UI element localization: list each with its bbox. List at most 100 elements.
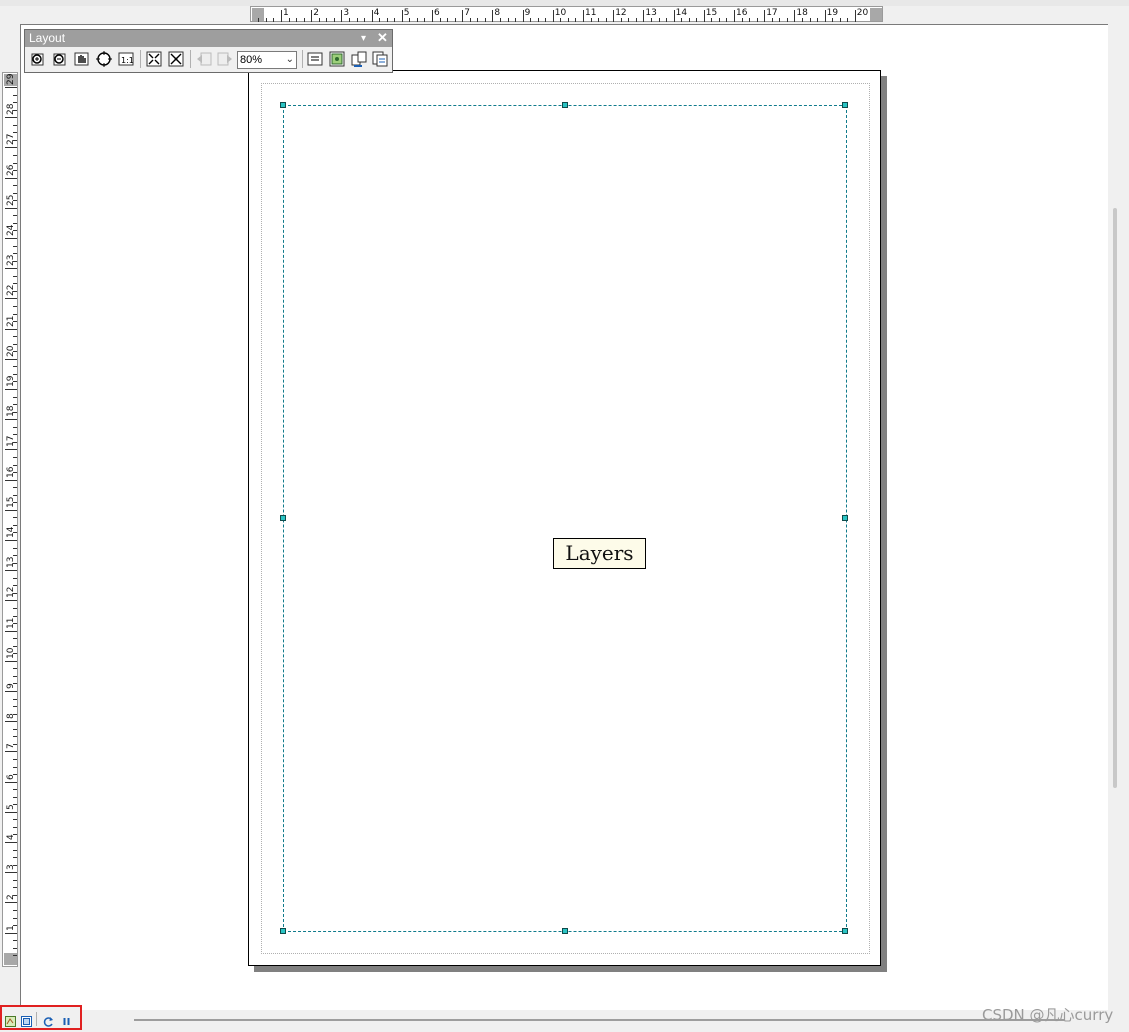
resize-handle[interactable]: [562, 928, 568, 934]
refresh-button[interactable]: [43, 1014, 54, 1027]
ruler-tick: [650, 18, 652, 22]
ruler-tick: [507, 18, 509, 22]
ruler-tick: [628, 18, 630, 22]
ruler-label: 8: [6, 713, 16, 720]
ruler-tick: [13, 305, 17, 307]
ruler-label: 6: [6, 773, 16, 780]
ruler-tick: [13, 313, 17, 315]
scrollbar-thumb[interactable]: [1113, 208, 1117, 788]
ruler-tick: [620, 18, 622, 22]
ruler-tick: [13, 343, 17, 345]
zoom-level-select[interactable]: 80% ⌄: [237, 51, 297, 69]
pan-button[interactable]: [73, 50, 91, 68]
ruler-label: 29: [6, 73, 16, 85]
ruler-tick: [5, 932, 17, 934]
ruler-label: 7: [6, 743, 16, 750]
ruler-tick: [613, 10, 615, 22]
layout-toolbar[interactable]: Layout ▾ ✕ 1:1 80% ⌄: [24, 29, 393, 73]
go-forward-extent-button[interactable]: [216, 50, 234, 68]
ruler-tick: [356, 18, 358, 22]
status-bar-view-buttons[interactable]: [0, 1005, 82, 1030]
ruler-tick: [13, 517, 17, 519]
ruler-tick: [13, 275, 17, 277]
layout-page[interactable]: Layers: [248, 70, 881, 966]
ruler-tick: [13, 728, 17, 730]
horizontal-scrollbar[interactable]: [0, 1010, 1129, 1032]
data-view-button[interactable]: [5, 1014, 16, 1027]
resize-handle[interactable]: [280, 928, 286, 934]
resize-handle[interactable]: [842, 928, 848, 934]
toggle-draft-mode-icon: [307, 52, 323, 66]
go-back-extent-button[interactable]: [195, 50, 213, 68]
ruler-tick: [13, 577, 17, 579]
zoom-out-button[interactable]: [51, 50, 69, 68]
change-layout-button[interactable]: [350, 50, 368, 68]
ruler-tick: [786, 18, 788, 22]
ruler-tick: [5, 540, 17, 541]
resize-handle[interactable]: [842, 515, 848, 521]
ruler-end-cap: [870, 8, 882, 21]
toolbar-title: Layout: [29, 31, 66, 45]
ruler-label: 23: [6, 254, 16, 267]
resize-handle[interactable]: [562, 102, 568, 108]
pause-drawing-button[interactable]: [61, 1014, 72, 1025]
layout-view-button[interactable]: [21, 1014, 32, 1027]
ruler-label: 22: [6, 284, 16, 297]
vertical-scrollbar[interactable]: [1109, 24, 1127, 1010]
ruler-tick: [5, 902, 17, 904]
ruler-label: 5: [403, 8, 410, 18]
ruler-tick: [5, 268, 17, 270]
ruler-tick: [13, 124, 17, 126]
ruler-tick: [560, 18, 562, 22]
ruler-label: 16: [736, 8, 748, 18]
toolbar-title-bar[interactable]: Layout ▾ ✕: [25, 30, 392, 47]
ruler-tick: [839, 18, 841, 22]
resize-handle[interactable]: [842, 102, 848, 108]
data-frame[interactable]: Layers: [280, 102, 848, 934]
ruler-tick: [5, 751, 17, 753]
resize-handle[interactable]: [280, 515, 286, 521]
ruler-label: 1: [283, 8, 289, 18]
ruler-label: 18: [6, 405, 16, 418]
ruler-tick: [756, 18, 758, 22]
ruler-tick: [734, 10, 735, 22]
ruler-tick: [447, 18, 449, 22]
ruler-tick: [643, 10, 645, 22]
ruler-label: 17: [6, 435, 16, 448]
pause-drawing-icon: [63, 1018, 70, 1025]
ruler-tick: [5, 147, 17, 149]
scrollbar-track[interactable]: [134, 1019, 1064, 1021]
resize-handle[interactable]: [280, 102, 286, 108]
ruler-tick: [832, 18, 834, 22]
zoom-whole-page-button[interactable]: [95, 50, 113, 68]
toolbar-close-icon[interactable]: ✕: [377, 29, 388, 46]
toolbar-separator: [302, 50, 303, 68]
ruler-label: 26: [6, 164, 16, 176]
ruler-label: 15: [705, 8, 718, 18]
toolbar-options-dropdown-icon[interactable]: ▾: [361, 30, 366, 47]
zoom-100-percent-button[interactable]: 1:1: [117, 50, 135, 68]
ruler-label: 14: [675, 8, 688, 18]
ruler-tick: [13, 849, 17, 851]
fixed-zoom-in-button[interactable]: [145, 50, 163, 68]
ruler-tick: [386, 18, 388, 22]
ruler-tick: [499, 18, 501, 22]
ruler-tick: [5, 419, 17, 421]
ruler-label: 19: [6, 375, 16, 387]
ruler-tick: [258, 18, 260, 22]
zoom-in-button[interactable]: [29, 50, 47, 68]
ruler-tick: [771, 18, 773, 22]
data-driven-pages-button[interactable]: [371, 50, 389, 68]
ruler-tick: [13, 426, 17, 428]
toggle-draft-mode-button[interactable]: [306, 50, 324, 68]
focus-data-frame-button[interactable]: [328, 50, 346, 68]
ruler-tick: [409, 18, 411, 22]
zoom-level-value: 80%: [240, 54, 263, 66]
fixed-zoom-out-button[interactable]: [167, 50, 185, 68]
ruler-label: 6: [434, 8, 440, 18]
ruler-label: 10: [554, 8, 567, 18]
ruler-tick: [432, 10, 433, 22]
go-forward-extent-icon: [217, 52, 232, 66]
ruler-label: 11: [585, 8, 597, 18]
ruler-tick: [635, 18, 637, 22]
